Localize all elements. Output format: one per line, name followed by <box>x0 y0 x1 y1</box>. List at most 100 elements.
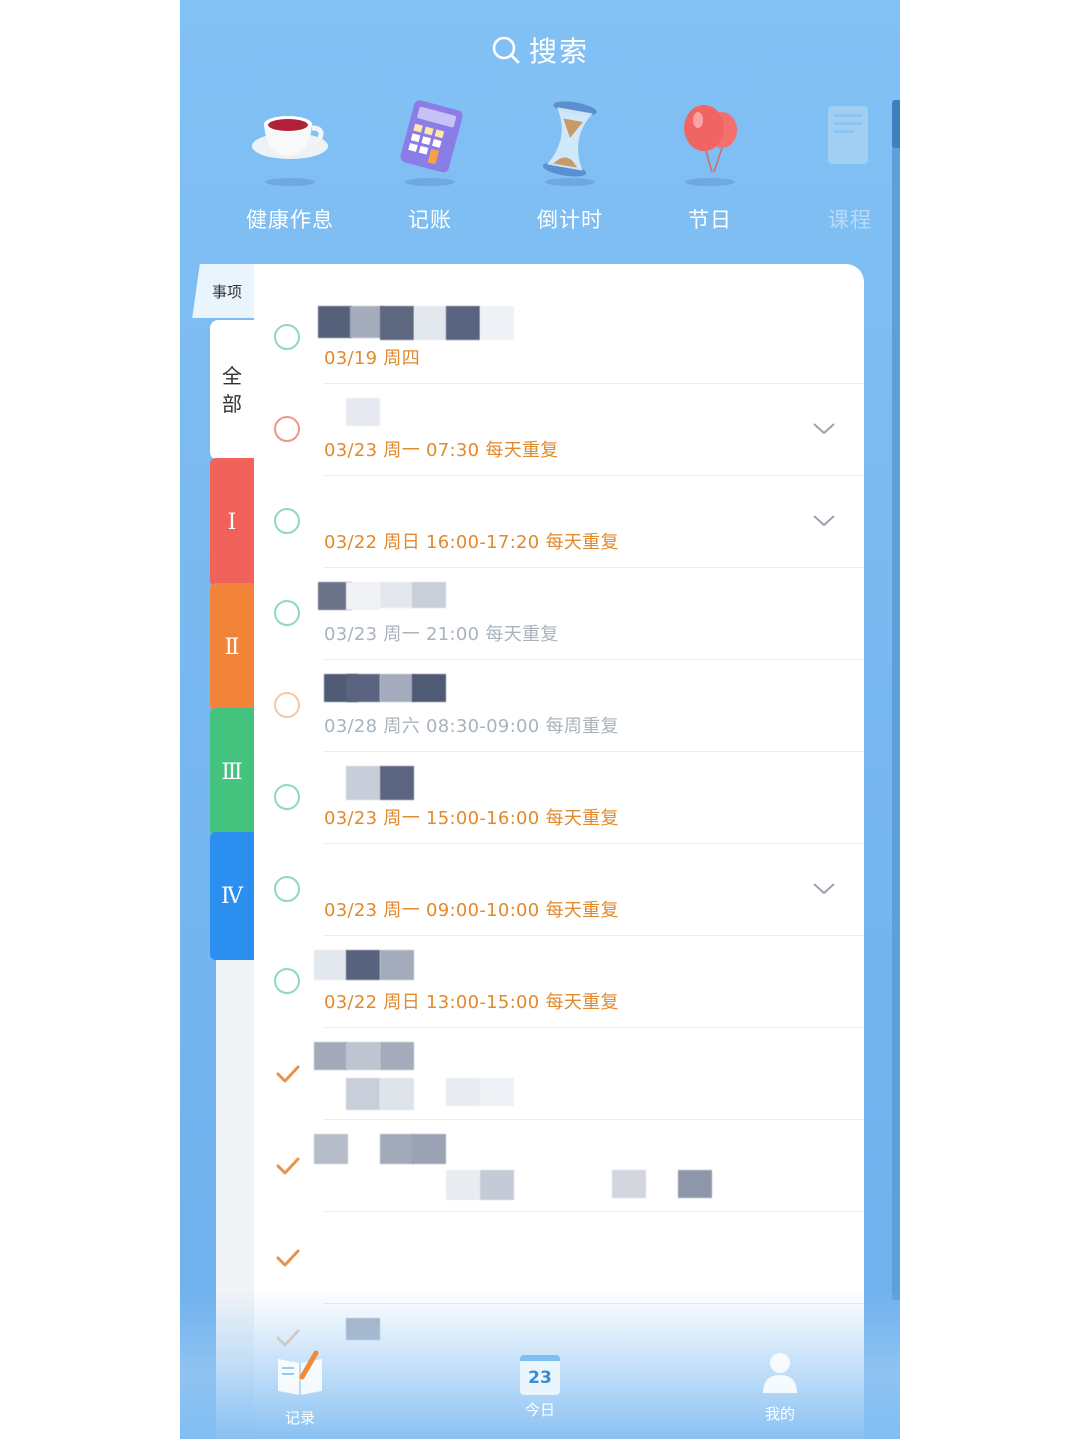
calculator-icon <box>380 98 480 188</box>
task-date: 03/22 周日 16:00-17:20 每天重复 <box>324 532 619 553</box>
task-date: 03/23 周一 07:30 每天重复 <box>324 440 559 461</box>
list-item[interactable]: 03/19 周四 <box>254 292 864 384</box>
page-scrollbar[interactable] <box>892 100 900 1300</box>
list-item[interactable] <box>254 1028 864 1120</box>
nav-mine-label: 我的 <box>764 1405 795 1423</box>
chevron-down-icon[interactable] <box>812 882 836 896</box>
phone-screen: 搜索 健康作息 记账 倒计时 节日 课程 事项 全 部 Ⅰ Ⅱ Ⅲ Ⅳ 03/1… <box>180 0 900 1439</box>
tab-priority-3-label: Ⅲ <box>221 759 243 785</box>
tab-priority-1[interactable]: Ⅰ <box>210 458 254 586</box>
calendar-icon: 23 <box>520 1355 560 1395</box>
redacted-title-block <box>412 1134 446 1164</box>
category-label: 倒计时 <box>537 208 603 232</box>
complete-checkbox[interactable] <box>274 692 300 718</box>
complete-checkbox[interactable] <box>274 600 300 626</box>
list-item[interactable]: 03/22 周日 13:00-15:00 每天重复 <box>254 936 864 1028</box>
redacted-title-block <box>380 766 414 800</box>
redacted-title-block <box>380 950 414 980</box>
search-icon <box>492 36 520 64</box>
redacted-title-block <box>612 1170 646 1198</box>
redacted-title-block <box>412 674 446 702</box>
list-item[interactable]: 03/23 周一 15:00-16:00 每天重复 <box>254 752 864 844</box>
category-label: 记账 <box>408 208 452 232</box>
redacted-title-block <box>480 1078 514 1106</box>
task-list-panel: 03/19 周四 03/23 周一 07:30 每天重复 03/22 周日 16:0… <box>254 264 864 1439</box>
task-date: 03/22 周日 13:00-15:00 每天重复 <box>324 992 619 1013</box>
category-countdown[interactable]: 倒计时 <box>500 98 640 234</box>
checkmark-icon[interactable] <box>274 1152 302 1180</box>
category-row: 健康作息 记账 倒计时 节日 课程 <box>220 98 900 238</box>
tab-priority-1-label: Ⅰ <box>227 509 237 535</box>
tab-priority-4-label: Ⅳ <box>221 883 243 909</box>
category-label: 健康作息 <box>246 208 334 232</box>
redacted-title-block <box>346 950 380 980</box>
tab-priority-4[interactable]: Ⅳ <box>210 832 254 960</box>
tab-all[interactable]: 全 部 <box>210 320 254 460</box>
redacted-title-block <box>380 1042 414 1070</box>
tab-priority-3[interactable]: Ⅲ <box>210 708 254 836</box>
complete-checkbox[interactable] <box>274 784 300 810</box>
redacted-title-block <box>446 306 480 340</box>
complete-checkbox[interactable] <box>274 876 300 902</box>
redacted-title-block <box>314 1042 348 1070</box>
nav-today-label: 今日 <box>524 1401 555 1419</box>
task-date: 03/23 周一 09:00-10:00 每天重复 <box>324 900 619 921</box>
task-date: 03/23 周一 15:00-16:00 每天重复 <box>324 808 619 829</box>
redacted-title-block <box>346 398 380 426</box>
nav-mine[interactable]: 我的 <box>730 1349 830 1424</box>
checkmark-icon[interactable] <box>274 1244 302 1272</box>
complete-checkbox[interactable] <box>274 508 300 534</box>
redacted-title-block <box>314 950 348 980</box>
list-item[interactable]: 03/22 周日 16:00-17:20 每天重复 <box>254 476 864 568</box>
tab-all-label-2: 部 <box>222 392 242 416</box>
nav-record-label: 记录 <box>284 1409 315 1427</box>
redacted-title-block <box>346 766 380 800</box>
chevron-down-icon[interactable] <box>812 514 836 528</box>
nav-today[interactable]: 23 今日 <box>490 1349 590 1420</box>
redacted-title-block <box>414 306 448 340</box>
redacted-title-block <box>346 1078 380 1110</box>
category-holiday[interactable]: 节日 <box>640 98 780 234</box>
category-health[interactable]: 健康作息 <box>220 98 360 234</box>
checkmark-icon[interactable] <box>274 1060 302 1088</box>
nav-record[interactable]: 记录 <box>250 1349 350 1428</box>
redacted-title-block <box>346 582 380 610</box>
bottom-nav: 记录 23 今日 我的 <box>180 1349 900 1439</box>
list-item[interactable] <box>254 1120 864 1212</box>
task-date: 03/23 周一 21:00 每天重复 <box>324 624 559 645</box>
task-date: 03/19 周四 <box>324 348 420 369</box>
category-label: 节日 <box>688 208 732 232</box>
hourglass-icon <box>520 98 620 188</box>
search-label: 搜索 <box>528 35 589 68</box>
category-label: 课程 <box>828 208 872 232</box>
tea-cup-icon <box>240 98 340 188</box>
complete-checkbox[interactable] <box>274 324 300 350</box>
redacted-title-block <box>380 1134 414 1164</box>
redacted-title-block <box>446 1078 480 1106</box>
scrollbar-thumb[interactable] <box>892 100 900 148</box>
tab-items-label: 事项 <box>211 282 242 301</box>
search-bar[interactable]: 搜索 <box>180 30 900 70</box>
balloon-icon <box>660 98 760 188</box>
redacted-title-block <box>480 306 514 340</box>
redacted-title-block <box>350 306 384 338</box>
redacted-title-block <box>380 582 414 608</box>
calendar-day: 23 <box>528 1368 552 1388</box>
redacted-title-block <box>678 1170 712 1198</box>
redacted-title-block <box>412 582 446 608</box>
tab-priority-2[interactable]: Ⅱ <box>210 583 254 711</box>
complete-checkbox[interactable] <box>274 416 300 442</box>
redacted-title-block <box>480 1170 514 1200</box>
redacted-title-block <box>446 1170 480 1200</box>
tab-items[interactable]: 事项 <box>200 264 254 318</box>
list-item[interactable]: 03/23 周一 07:30 每天重复 <box>254 384 864 476</box>
tab-all-label-1: 全 <box>222 364 242 388</box>
complete-checkbox[interactable] <box>274 968 300 994</box>
category-accounting[interactable]: 记账 <box>360 98 500 234</box>
list-item[interactable]: 03/28 周六 08:30-09:00 每周重复 <box>254 660 864 752</box>
list-item[interactable]: 03/23 周一 09:00-10:00 每天重复 <box>254 844 864 936</box>
category-course[interactable]: 课程 <box>780 98 900 234</box>
redacted-title-block <box>314 1134 348 1164</box>
chevron-down-icon[interactable] <box>812 422 836 436</box>
list-item[interactable]: 03/23 周一 21:00 每天重复 <box>254 568 864 660</box>
